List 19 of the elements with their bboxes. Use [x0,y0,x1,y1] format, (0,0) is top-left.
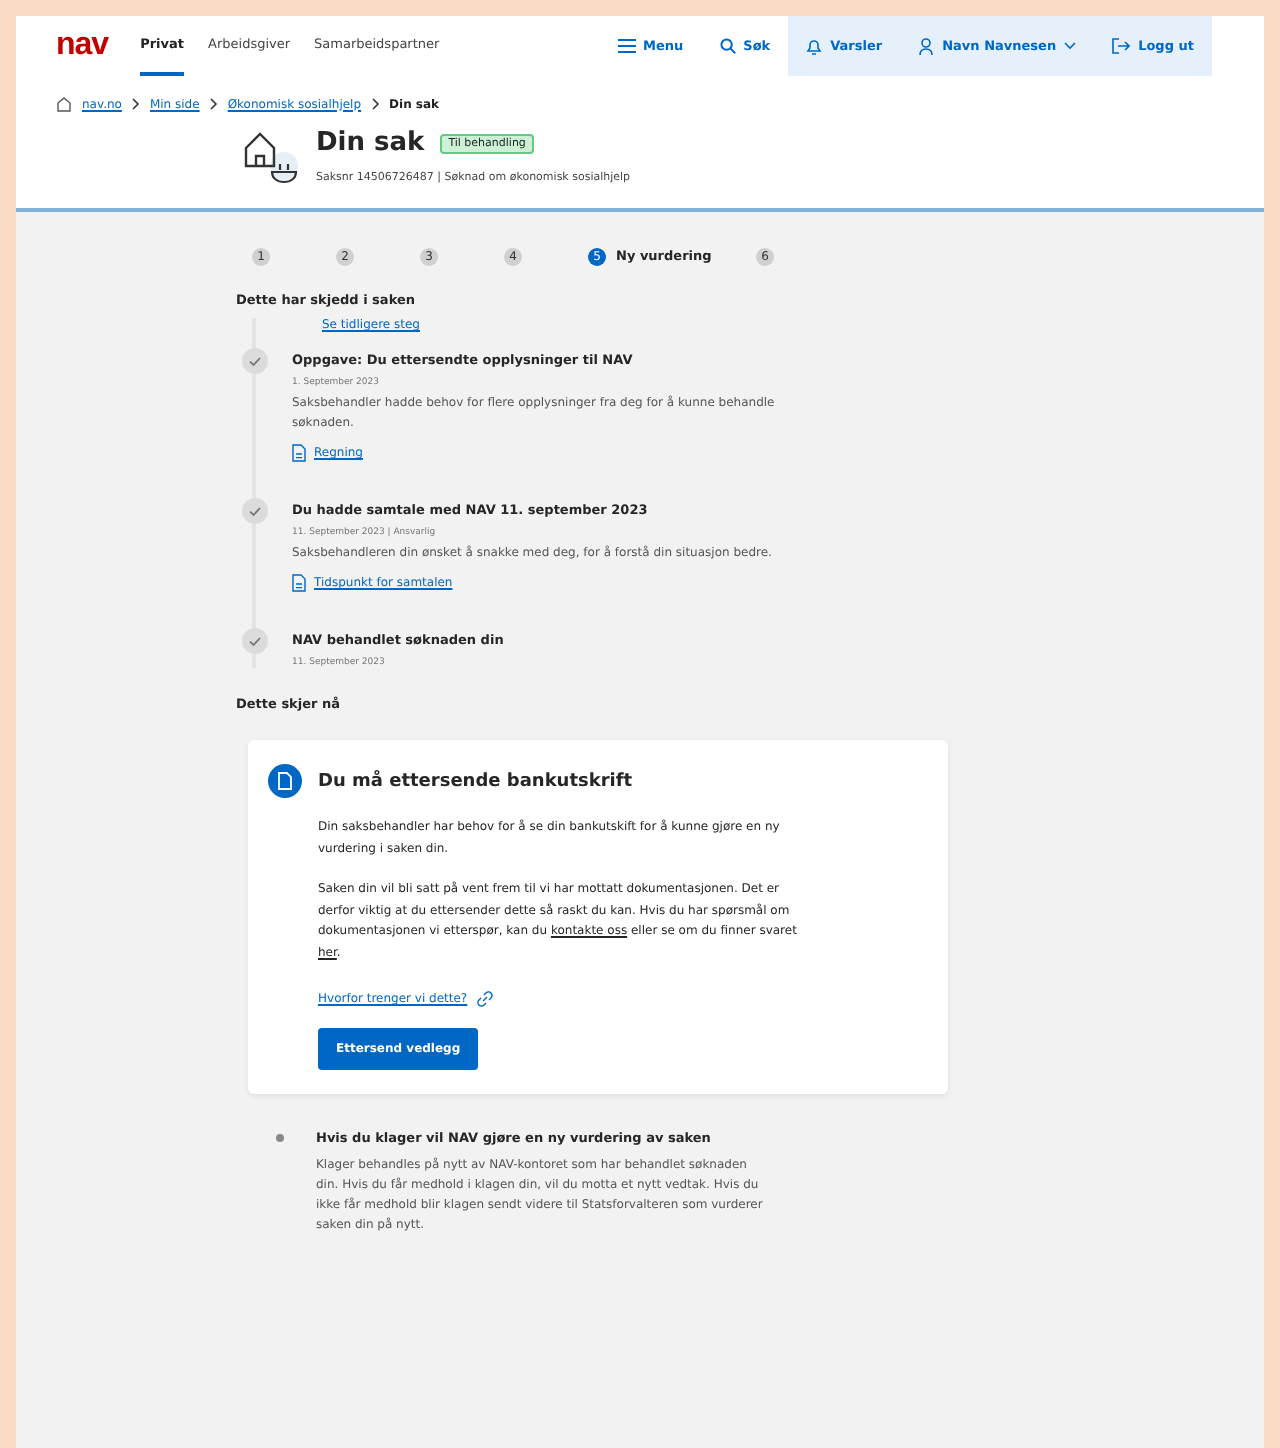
person-icon [918,37,935,55]
bullet-icon [276,1134,284,1142]
house-drawing [240,128,304,188]
document-icon [292,574,306,592]
home-icon[interactable] [56,96,72,112]
nav-logo[interactable]: nav [56,28,109,64]
chevron-right-icon [209,98,218,110]
menu-icon [617,38,635,54]
chevron-down-icon [1064,42,1077,50]
document-icon [292,444,306,462]
page-title: Din sak [316,128,425,158]
card-title: Du må ettersende bankutskrift [318,771,633,791]
link-icon [475,990,494,1008]
logout-icon [1112,38,1131,54]
bell-icon [806,37,823,55]
chevron-right-icon [371,98,380,110]
chevron-right-icon [131,98,140,110]
document-icon [268,764,302,798]
search-icon [719,38,736,54]
